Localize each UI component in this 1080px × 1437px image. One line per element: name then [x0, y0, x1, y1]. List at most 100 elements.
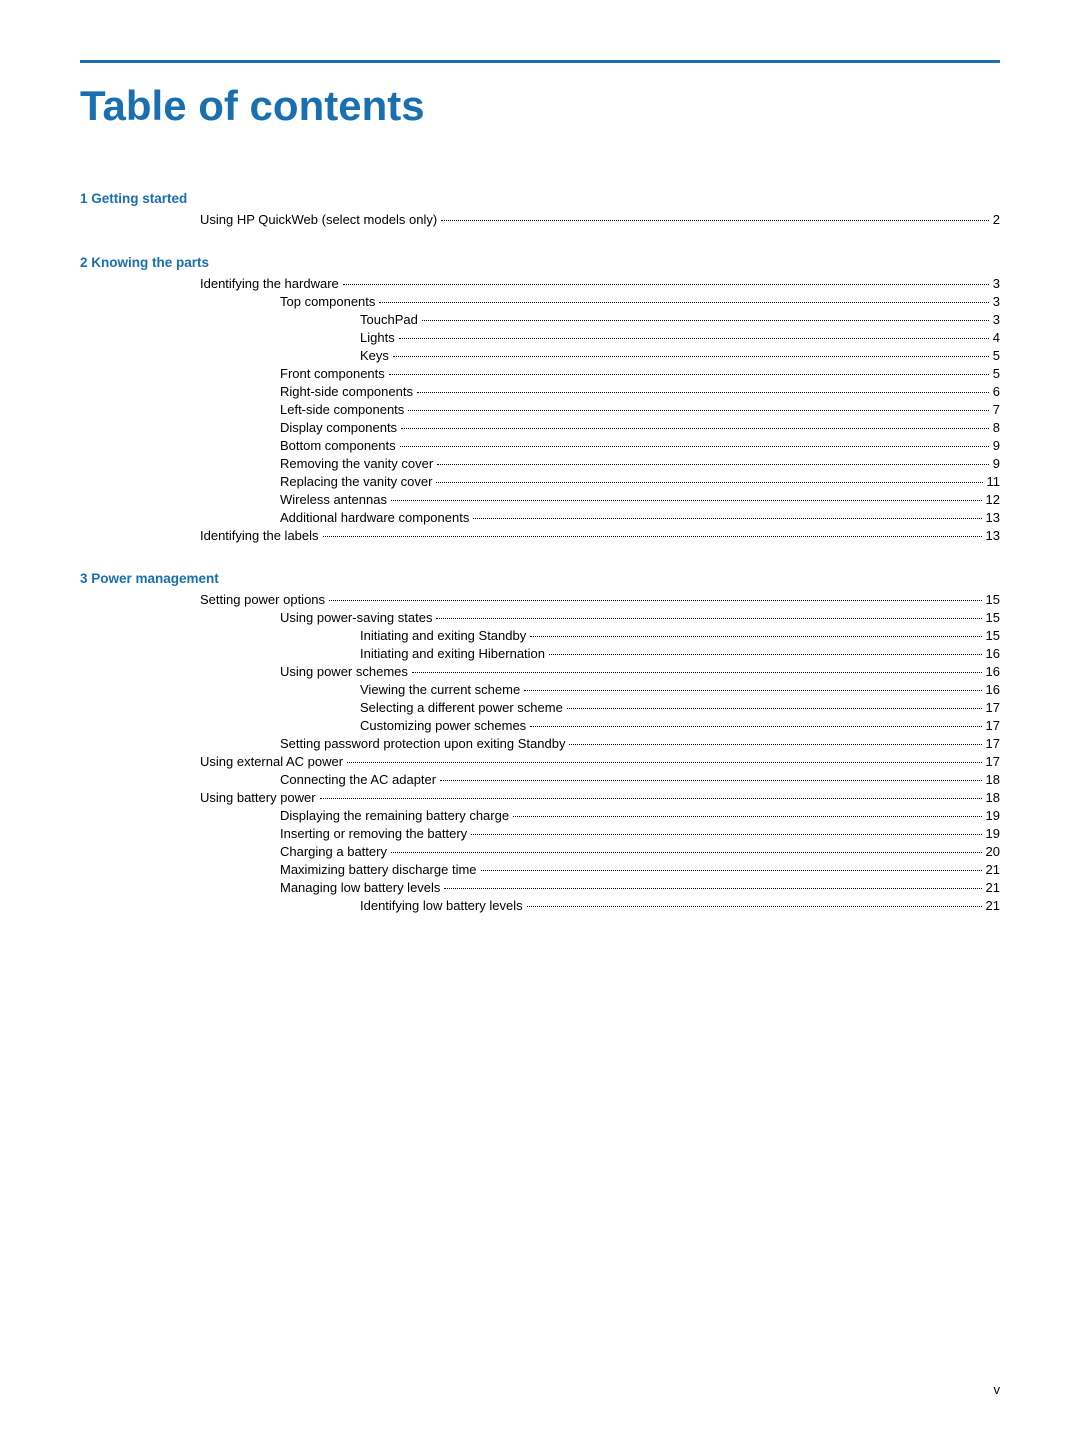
toc-entry-dots	[347, 762, 981, 763]
toc-entry-text: Top components	[280, 294, 375, 309]
toc-entry-dots	[436, 618, 981, 619]
toc-entry-text: Connecting the AC adapter	[280, 772, 436, 787]
toc-entry-text: Keys	[360, 348, 389, 363]
toc-entry-page: 17	[986, 736, 1000, 751]
toc-entry-page: 13	[986, 528, 1000, 543]
toc-entry-text: Additional hardware components	[280, 510, 469, 525]
toc-entry-text: Wireless antennas	[280, 492, 387, 507]
toc-entry-dots	[524, 690, 981, 691]
toc-entry-dots	[441, 220, 989, 221]
toc-entry-dots	[379, 302, 988, 303]
toc-entry-dots	[530, 636, 981, 637]
toc-entry: Right-side components 6	[80, 384, 1000, 399]
toc-entry-page: 3	[993, 276, 1000, 291]
toc-entry-dots	[527, 906, 982, 907]
toc-entry: Managing low battery levels21	[80, 880, 1000, 895]
toc-entry-dots	[389, 374, 989, 375]
toc-entry-dots	[530, 726, 981, 727]
toc-entry-page: 9	[993, 438, 1000, 453]
toc-entry-text: Charging a battery	[280, 844, 387, 859]
chapter-1: 1 Getting started Using HP QuickWeb (sele…	[80, 191, 1000, 227]
chapter-heading-3: 3 Power management	[80, 571, 1000, 586]
toc-entry-dots	[481, 870, 982, 871]
toc-entry: Initiating and exiting Hibernation16	[80, 646, 1000, 661]
toc-entry-text: Using power-saving states	[280, 610, 432, 625]
toc-entry-page: 5	[993, 366, 1000, 381]
toc-entry-text: Selecting a different power scheme	[360, 700, 563, 715]
toc-entry-dots	[440, 780, 981, 781]
toc-entry: Selecting a different power scheme17	[80, 700, 1000, 715]
toc-entry-dots	[329, 600, 982, 601]
toc-entry: Using power schemes 16	[80, 664, 1000, 679]
toc-entry: Using external AC power17	[80, 754, 1000, 769]
toc-entry-text: Managing low battery levels	[280, 880, 440, 895]
toc-entry: Connecting the AC adapter 18	[80, 772, 1000, 787]
toc-entry-page: 19	[986, 808, 1000, 823]
toc-entry-text: Using battery power	[200, 790, 316, 805]
toc-entry: Displaying the remaining battery charge 1…	[80, 808, 1000, 823]
toc-entry-dots	[513, 816, 981, 817]
toc-container: 1 Getting started Using HP QuickWeb (sele…	[80, 191, 1000, 913]
toc-entry-text: Removing the vanity cover	[280, 456, 433, 471]
toc-entry: Using battery power 18	[80, 790, 1000, 805]
toc-entry-dots	[343, 284, 989, 285]
toc-entry: Removing the vanity cover 9	[80, 456, 1000, 471]
toc-entry-page: 19	[986, 826, 1000, 841]
toc-entry-page: 16	[986, 682, 1000, 697]
toc-entry-page: 18	[986, 790, 1000, 805]
toc-entry-text: Lights	[360, 330, 395, 345]
toc-entry-text: Initiating and exiting Hibernation	[360, 646, 545, 661]
toc-entry-dots	[471, 834, 981, 835]
toc-entry-dots	[473, 518, 981, 519]
chapter-heading-1: 1 Getting started	[80, 191, 1000, 206]
toc-entry: Charging a battery 20	[80, 844, 1000, 859]
toc-entry-text: Using HP QuickWeb (select models only)	[200, 212, 437, 227]
toc-entry-text: Setting power options	[200, 592, 325, 607]
toc-entry-text: Identifying the labels	[200, 528, 319, 543]
toc-entry-dots	[323, 536, 982, 537]
toc-entry-dots	[400, 446, 989, 447]
toc-entry: Keys 5	[80, 348, 1000, 363]
toc-entry-page: 13	[986, 510, 1000, 525]
toc-entry-page: 21	[986, 862, 1000, 877]
toc-entry: Identifying the labels 13	[80, 528, 1000, 543]
toc-entry-page: 17	[986, 754, 1000, 769]
toc-entry-text: Setting password protection upon exiting…	[280, 736, 565, 751]
toc-entry-text: Displaying the remaining battery charge	[280, 808, 509, 823]
toc-entry: Bottom components9	[80, 438, 1000, 453]
toc-entry: Additional hardware components 13	[80, 510, 1000, 525]
toc-entry: Wireless antennas 12	[80, 492, 1000, 507]
toc-entry-text: Initiating and exiting Standby	[360, 628, 526, 643]
toc-entry-page: 6	[993, 384, 1000, 399]
toc-entry-page: 20	[986, 844, 1000, 859]
toc-entry: Front components 5	[80, 366, 1000, 381]
toc-entry-page: 15	[986, 610, 1000, 625]
footer-page-number: v	[994, 1382, 1001, 1397]
toc-entry-text: Front components	[280, 366, 385, 381]
toc-entry-page: 18	[986, 772, 1000, 787]
toc-entry: Display components8	[80, 420, 1000, 435]
toc-entry-page: 12	[986, 492, 1000, 507]
toc-entry: Lights4	[80, 330, 1000, 345]
toc-entry: Initiating and exiting Standby15	[80, 628, 1000, 643]
toc-entry-dots	[569, 744, 981, 745]
toc-entry-text: Replacing the vanity cover	[280, 474, 432, 489]
toc-entry-text: Maximizing battery discharge time	[280, 862, 477, 877]
chapter-3: 3 Power management Setting power options 1…	[80, 571, 1000, 913]
toc-entry: Replacing the vanity cover 11	[80, 474, 1000, 489]
toc-entry-dots	[436, 482, 982, 483]
toc-entry-dots	[412, 672, 982, 673]
toc-entry-text: Right-side components	[280, 384, 413, 399]
toc-entry-page: 11	[987, 474, 1001, 489]
toc-entry-page: 9	[993, 456, 1000, 471]
toc-entry-text: Using power schemes	[280, 664, 408, 679]
toc-entry-page: 15	[986, 592, 1000, 607]
toc-entry-dots	[437, 464, 989, 465]
toc-entry-page: 16	[986, 664, 1000, 679]
toc-entry: Setting power options 15	[80, 592, 1000, 607]
toc-entry-page: 5	[993, 348, 1000, 363]
toc-entry-page: 21	[986, 898, 1000, 913]
toc-entry-dots	[320, 798, 982, 799]
toc-entry-dots	[549, 654, 982, 655]
toc-entry: Using power-saving states 15	[80, 610, 1000, 625]
